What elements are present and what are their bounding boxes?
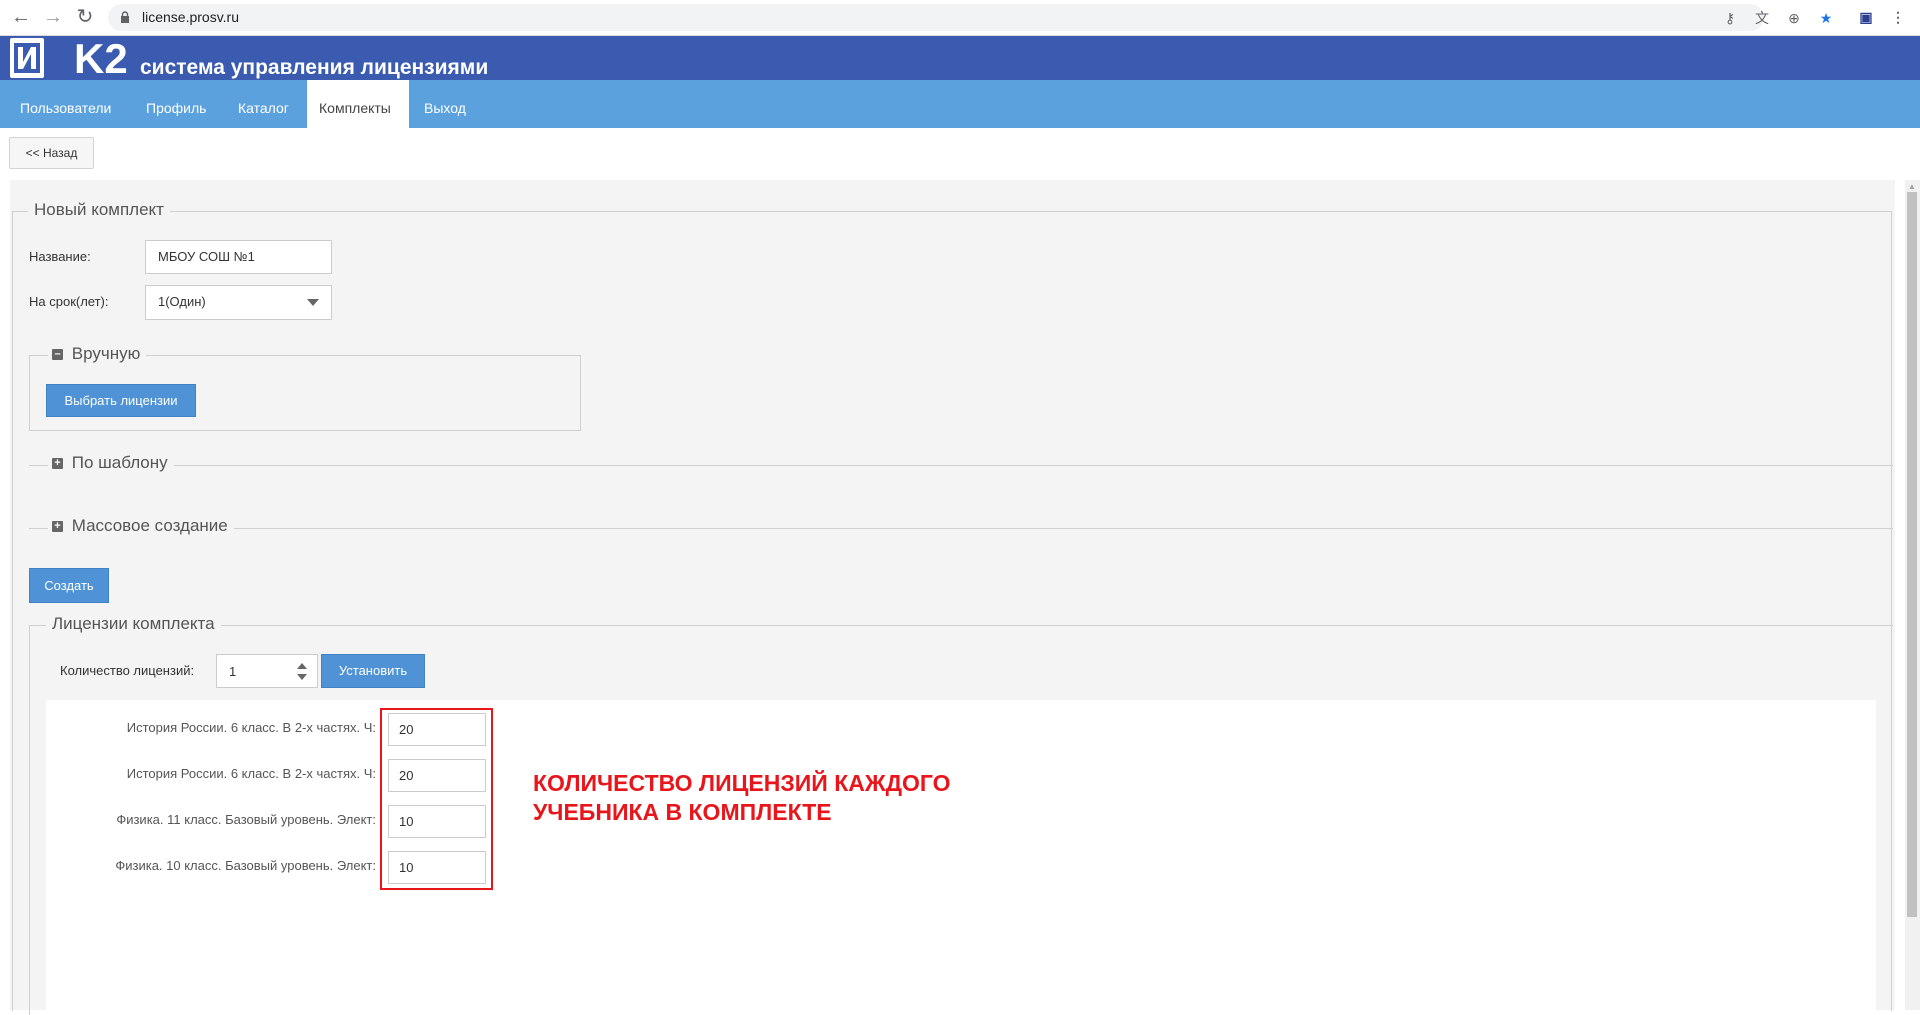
scroll-thumb[interactable] [1907, 192, 1917, 917]
translate-icon[interactable]: 文 [1752, 8, 1772, 28]
zoom-icon[interactable]: ⊕ [1784, 8, 1804, 28]
browser-toolbar: ← → ↻ license.prosv.ru ⚷ 文 ⊕ ★ ▣ ⋮ [0, 0, 1920, 36]
key-icon[interactable]: ⚷ [1720, 8, 1740, 28]
forward-arrow-icon[interactable]: → [40, 4, 66, 30]
new-kit-legend: Новый комплект [28, 200, 170, 220]
create-button[interactable]: Создать [29, 568, 109, 603]
select-licenses-button[interactable]: Выбрать лицензии [46, 384, 196, 417]
license-row-label: Физика. 10 класс. Базовый уровень. Элект… [115, 858, 376, 873]
mass-legend[interactable]: + Массовое создание [48, 516, 234, 536]
set-button[interactable]: Установить [321, 654, 425, 688]
term-label: На срок(лет): [29, 294, 109, 309]
logo-icon [10, 38, 44, 78]
menu-item-profile[interactable]: Профиль [134, 80, 218, 128]
chevron-down-icon [307, 299, 319, 306]
term-select-value: 1(Один) [158, 294, 206, 309]
term-select[interactable]: 1(Один) [145, 285, 332, 320]
reload-icon[interactable]: ↻ [72, 4, 98, 30]
back-button[interactable]: << Назад [9, 137, 94, 169]
expand-icon[interactable]: + [52, 521, 63, 532]
qty-value: 1 [229, 664, 237, 679]
address-bar[interactable]: license.prosv.ru ⚷ 文 ⊕ ★ [108, 4, 1832, 31]
scrollbar[interactable]: ▲ [1905, 180, 1920, 1010]
brand-subtitle: система управления лицензиями [140, 56, 489, 79]
licenses-legend: Лицензии комплекта [46, 614, 221, 634]
license-row-label: История России. 6 класс. В 2-х частях. Ч… [126, 766, 376, 781]
extension-icon[interactable]: ▣ [1856, 7, 1876, 27]
menu-item-logout[interactable]: Выход [412, 80, 478, 128]
qty-stepper[interactable]: 1 [216, 654, 318, 688]
manual-legend-label: Вручную [71, 344, 141, 363]
name-input[interactable]: МБОУ СОШ №1 [145, 240, 332, 274]
menu-item-users[interactable]: Пользователи [8, 80, 123, 128]
back-arrow-icon[interactable]: ← [8, 4, 34, 30]
collapse-icon[interactable]: – [52, 349, 63, 360]
star-icon[interactable]: ★ [1816, 8, 1836, 28]
url-text: license.prosv.ru [142, 9, 240, 25]
expand-icon[interactable]: + [52, 458, 63, 469]
stepper-up-icon[interactable] [297, 663, 307, 669]
scroll-up-icon[interactable]: ▲ [1908, 182, 1916, 191]
main-menu: Пользователи Профиль Каталог Комплекты В… [0, 80, 1920, 128]
qty-label: Количество лицензий: [60, 663, 195, 678]
licenses-list [46, 700, 1876, 1010]
mass-legend-label: Массовое создание [71, 516, 228, 535]
menu-item-kits[interactable]: Комплекты [307, 80, 409, 128]
lock-icon [121, 11, 129, 23]
app-header: K2 система управления лицензиями [0, 36, 1920, 80]
license-row-label: Физика. 11 класс. Базовый уровень. Элект… [116, 812, 376, 827]
mass-divider [29, 528, 1893, 529]
manual-legend[interactable]: – Вручную [48, 344, 147, 364]
stepper-down-icon[interactable] [297, 674, 307, 680]
template-divider [29, 465, 1893, 466]
menu-item-catalog[interactable]: Каталог [226, 80, 301, 128]
license-row-label: История России. 6 класс. В 2-х частях. Ч… [126, 720, 376, 735]
template-legend-label: По шаблону [71, 453, 168, 472]
template-legend[interactable]: + По шаблону [48, 453, 174, 473]
brand-title: K2 [74, 36, 128, 80]
name-label: Название: [29, 249, 91, 264]
more-icon[interactable]: ⋮ [1888, 7, 1908, 27]
highlight-box [380, 708, 493, 890]
annotation-text: КОЛИЧЕСТВО ЛИЦЕНЗИЙ КАЖДОГО УЧЕБНИКА В К… [533, 770, 951, 825]
